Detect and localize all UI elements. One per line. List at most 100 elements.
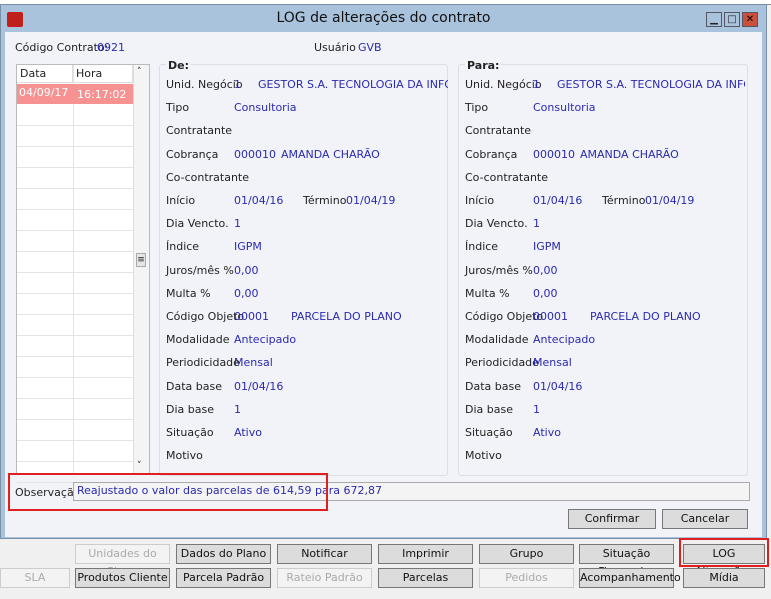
para-modalidade-label: Modalidade bbox=[465, 333, 529, 347]
table-row[interactable]: 04/09/17 16:17:02 bbox=[17, 84, 133, 104]
de-objeto-label: Código Objeto bbox=[166, 310, 245, 323]
para-situacao-label: Situação bbox=[465, 426, 513, 439]
de-juros-label: Juros/mês % bbox=[166, 263, 234, 277]
table-row-empty[interactable] bbox=[17, 252, 133, 273]
window-title: LOG de alterações do contrato bbox=[276, 10, 491, 26]
table-row-empty[interactable] bbox=[17, 315, 133, 336]
de-unid-label: Unid. Negócio bbox=[166, 78, 243, 91]
column-header-hora[interactable]: Hora bbox=[73, 65, 133, 83]
de-contratante-label: Contratante bbox=[166, 124, 233, 138]
unidades-do-plano-button[interactable]: Unidades do Plano bbox=[75, 544, 170, 578]
sla-button[interactable]: SLA bbox=[0, 568, 70, 588]
para-indice-label: Índice bbox=[465, 240, 499, 254]
table-row-empty[interactable] bbox=[17, 441, 133, 462]
dados-do-plano-button[interactable]: Dados do Plano bbox=[176, 544, 271, 564]
close-button[interactable]: ✕ bbox=[742, 12, 758, 27]
title-bar[interactable]: LOG de alterações do contrato ▁ □ ✕ bbox=[1, 5, 766, 31]
log-grid[interactable]: Data Hora 04/09/17 16:17:02 ˄ ≡ ˅ bbox=[16, 64, 150, 483]
imprimir-button[interactable]: Imprimir bbox=[378, 544, 473, 564]
para-title: Para: bbox=[465, 59, 502, 72]
table-row-empty[interactable] bbox=[17, 168, 133, 189]
de-inicio-label: Início bbox=[166, 194, 196, 207]
para-cobranca-label: Cobrança bbox=[465, 147, 518, 161]
para-juros-label: Juros/mês % bbox=[465, 263, 533, 277]
de-indice-label: Índice bbox=[166, 240, 200, 254]
para-multa-label: Multa % bbox=[465, 286, 510, 300]
table-row-empty[interactable] bbox=[17, 105, 133, 126]
para-tipo: Consultoria bbox=[533, 101, 596, 115]
scroll-up-icon[interactable]: ˄ bbox=[137, 67, 142, 77]
para-tipo-label: Tipo bbox=[465, 101, 489, 115]
highlight-observacao bbox=[8, 473, 328, 511]
grid-scrollbar[interactable]: ˄ ≡ ˅ bbox=[133, 65, 149, 473]
de-venc: 1 bbox=[234, 217, 241, 231]
de-unid-code: 1 bbox=[234, 78, 241, 91]
table-row-empty[interactable] bbox=[17, 399, 133, 420]
de-termino: 01/04/19 bbox=[346, 194, 396, 207]
para-inicio: 01/04/16 bbox=[533, 194, 583, 207]
para-objeto-code: 00001 bbox=[533, 310, 568, 323]
de-diabase: 1 bbox=[234, 402, 241, 416]
table-row-empty[interactable] bbox=[17, 273, 133, 294]
para-juros: 0,00 bbox=[533, 263, 558, 277]
para-venc-label: Dia Vencto. bbox=[465, 217, 528, 231]
de-inicio: 01/04/16 bbox=[234, 194, 284, 207]
para-cocontratante-label: Co-contratante bbox=[465, 170, 549, 184]
para-database-label: Data base bbox=[465, 379, 521, 393]
de-modalidade: Antecipado bbox=[234, 333, 297, 347]
table-row-empty[interactable] bbox=[17, 189, 133, 210]
table-row-empty[interactable] bbox=[17, 294, 133, 315]
table-row-empty[interactable] bbox=[17, 210, 133, 231]
pedidos-button[interactable]: Pedidos bbox=[479, 568, 574, 588]
de-cobranca-name: AMANDA CHARÃO bbox=[281, 147, 380, 161]
de-tipo-label: Tipo bbox=[166, 101, 190, 115]
table-row-empty[interactable] bbox=[17, 126, 133, 147]
para-motivo-label: Motivo bbox=[465, 449, 502, 463]
minimize-button[interactable]: ▁ bbox=[706, 12, 722, 27]
acompanhamento-button[interactable]: Acompanhamento bbox=[579, 568, 681, 588]
column-header-data[interactable]: Data bbox=[17, 65, 73, 83]
confirm-button[interactable]: Confirmar bbox=[568, 509, 656, 529]
parcela-padrao-button[interactable]: Parcela Padrão bbox=[176, 568, 271, 588]
para-unid-label: Unid. Negócio bbox=[465, 78, 542, 91]
rateio-padrao-button[interactable]: Rateio Padrão bbox=[277, 568, 372, 588]
para-cobranca-code: 000010 bbox=[533, 147, 575, 161]
de-title: De: bbox=[166, 59, 191, 72]
parcelas-button[interactable]: Parcelas bbox=[378, 568, 473, 588]
notificar-button[interactable]: Notificar bbox=[277, 544, 372, 564]
table-row-empty[interactable] bbox=[17, 231, 133, 252]
para-objeto-name: PARCELA DO PLANO bbox=[590, 310, 701, 323]
de-venc-label: Dia Vencto. bbox=[166, 217, 229, 231]
table-row-empty[interactable] bbox=[17, 147, 133, 168]
scroll-thumb[interactable]: ≡ bbox=[136, 253, 146, 267]
para-inicio-label: Início bbox=[465, 194, 495, 207]
para-termino: 01/04/19 bbox=[645, 194, 695, 207]
midia-button[interactable]: Mídia bbox=[683, 568, 765, 588]
produtos-cliente-button[interactable]: Produtos Cliente bbox=[75, 568, 170, 588]
de-tipo: Consultoria bbox=[234, 101, 297, 115]
user-label: Usuário bbox=[314, 41, 356, 54]
table-row-empty[interactable] bbox=[17, 336, 133, 357]
log-dialog: LOG de alterações do contrato ▁ □ ✕ Códi… bbox=[0, 4, 767, 539]
para-unid-name: GESTOR S.A. TECNOLOGIA DA INFORMACA bbox=[557, 78, 745, 91]
cell-hora: 16:17:02 bbox=[77, 88, 127, 101]
de-unid-name: GESTOR S.A. TECNOLOGIA DA INFORMACA bbox=[258, 78, 448, 91]
maximize-button[interactable]: □ bbox=[724, 12, 740, 27]
grupo-button[interactable]: Grupo bbox=[479, 544, 574, 564]
table-row-empty[interactable] bbox=[17, 357, 133, 378]
de-diabase-label: Dia base bbox=[166, 402, 214, 416]
para-periodicidade: Mensal bbox=[533, 356, 572, 370]
user-value: GVB bbox=[358, 41, 382, 54]
table-row-empty[interactable] bbox=[17, 420, 133, 441]
para-venc: 1 bbox=[533, 217, 540, 231]
scroll-down-icon[interactable]: ˅ bbox=[137, 461, 142, 471]
de-database-label: Data base bbox=[166, 379, 222, 393]
de-objeto-name: PARCELA DO PLANO bbox=[291, 310, 402, 323]
para-diabase: 1 bbox=[533, 402, 540, 416]
situacao-financeira-button[interactable]: Situação Financeira bbox=[579, 544, 674, 578]
para-situacao: Ativo bbox=[533, 426, 561, 439]
panel-para: Para: Unid. Negócio 1 GESTOR S.A. TECNOLOGI… bbox=[458, 59, 748, 476]
table-row-empty[interactable] bbox=[17, 378, 133, 399]
para-objeto-label: Código Objeto bbox=[465, 310, 544, 323]
cancel-button[interactable]: Cancelar bbox=[662, 509, 748, 529]
